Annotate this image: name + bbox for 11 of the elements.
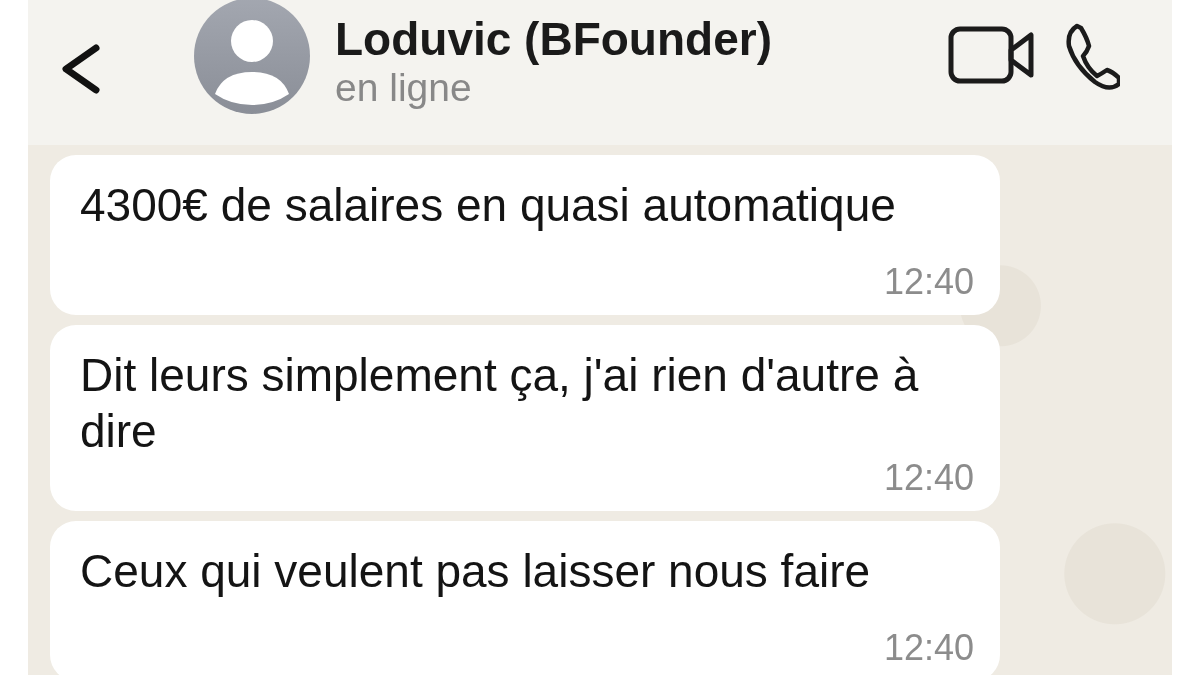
message-text: 4300€ de salaires en quasi automatique: [80, 178, 897, 233]
contact-name: Loduvic (BFounder): [335, 12, 773, 66]
message-time: 12:40: [883, 459, 974, 497]
phone-icon[interactable]: [1065, 22, 1120, 92]
message-time: 12:40: [883, 263, 974, 301]
message-text: Ceux qui veulent pas laisser nous faire: [80, 544, 872, 599]
message-time: 12:40: [883, 629, 974, 667]
avatar-icon[interactable]: [193, 0, 311, 115]
contact-status: en ligne: [335, 66, 473, 110]
video-call-icon[interactable]: [948, 26, 1036, 84]
message-text: Dit leurs simplement ça, j'ai rien d'autre à dire: [80, 348, 920, 459]
